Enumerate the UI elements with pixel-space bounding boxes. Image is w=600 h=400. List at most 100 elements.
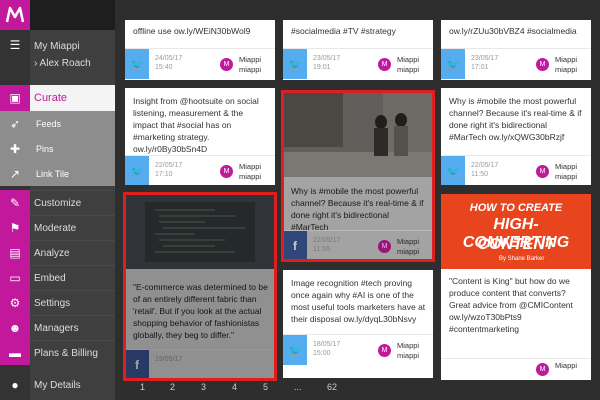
hamburger-menu-icon[interactable]: ☰ bbox=[0, 30, 30, 60]
post-date: 22/05/17 11:55 bbox=[313, 236, 340, 255]
time-text: 15:40 bbox=[155, 64, 173, 72]
sidebar-item-pins[interactable]: Pins bbox=[30, 136, 115, 161]
post-card-highlighted[interactable]: "E-commerce was determined to be of an e… bbox=[125, 194, 275, 379]
post-footer: 🐦 24/05/17 15:40 M Miappi miappi bbox=[125, 48, 275, 79]
post-image bbox=[125, 194, 275, 269]
twitter-icon: 🐦 bbox=[441, 49, 465, 79]
facebook-icon: f bbox=[283, 231, 307, 260]
sidebar-item-plans-billing[interactable]: Plans & Billing bbox=[30, 340, 115, 365]
page-3-link[interactable]: 3 bbox=[201, 382, 206, 392]
banner-line-1: HOW TO CREATE bbox=[469, 202, 563, 214]
post-date: 22/05/17 17:10 bbox=[155, 161, 182, 180]
chart-icon[interactable]: ▤ bbox=[0, 240, 30, 265]
sidebar-item-managers[interactable]: Managers bbox=[30, 315, 115, 340]
author-avatar: M bbox=[378, 240, 391, 253]
post-text: #socialmedia #TV #strategy bbox=[291, 26, 396, 36]
post-card[interactable]: #socialmedia #TV #strategy 🐦 23/05/17 19… bbox=[283, 20, 433, 80]
author-name: Miappi miappi bbox=[239, 55, 269, 75]
code-screenshot-image bbox=[145, 202, 255, 262]
post-footer: 🐦 23/05/17 19:01 M Miappi miappi bbox=[283, 48, 433, 79]
flag-icon[interactable]: ⚑ bbox=[0, 215, 30, 240]
post-footer: f 19/05/17 bbox=[125, 349, 275, 379]
sidebar-item-analyze[interactable]: Analyze bbox=[30, 240, 115, 265]
post-text: "Content is King" but how do we produce … bbox=[449, 276, 573, 334]
pin-icon[interactable]: ✚ bbox=[0, 136, 30, 161]
post-card[interactable]: ow.ly/rZUu30bVBZ4 #socialmedia 🐦 23/05/1… bbox=[441, 20, 591, 80]
twitter-icon: 🐦 bbox=[125, 49, 149, 79]
author-name: Miappi miappi bbox=[397, 55, 427, 75]
post-footer: 🐦 22/05/17 17:10 M Miappi miappi bbox=[125, 155, 275, 185]
pencil-icon[interactable]: ✎ bbox=[0, 190, 30, 215]
author-name: Miappi bbox=[555, 361, 585, 371]
time-text: 17:01 bbox=[471, 64, 489, 72]
post-text: Why is #mobile the most powerful channel… bbox=[449, 96, 582, 142]
user-icon[interactable]: ● bbox=[0, 370, 30, 400]
post-text: Insight from @hootsuite on social listen… bbox=[133, 96, 259, 154]
post-text: "E-commerce was determined to be of an e… bbox=[133, 282, 268, 340]
author-second: miappi bbox=[239, 64, 262, 74]
curate-box-icon[interactable]: ▣ bbox=[0, 85, 30, 111]
page-ellipsis: ... bbox=[294, 382, 302, 392]
post-card[interactable]: Image recognition #tech proving once aga… bbox=[283, 270, 433, 378]
post-card[interactable]: Why is #mobile the most powerful channel… bbox=[441, 88, 591, 185]
page-1-link[interactable]: 1 bbox=[140, 382, 145, 392]
author-first: Miappi bbox=[239, 55, 262, 64]
post-date: 24/05/17 15:40 bbox=[155, 54, 182, 73]
author-avatar: M bbox=[378, 344, 391, 357]
time-text: 15:00 bbox=[313, 350, 331, 358]
sidebar-item-moderate[interactable]: Moderate bbox=[30, 215, 115, 240]
post-date: 18/05/17 15:00 bbox=[313, 340, 340, 359]
twitter-icon: 🐦 bbox=[441, 156, 465, 185]
sidebar-item-curate[interactable]: Curate bbox=[30, 85, 115, 111]
author-avatar: M bbox=[536, 363, 549, 376]
account-name[interactable]: My Miappi bbox=[34, 41, 80, 52]
time-text: 19:01 bbox=[313, 64, 331, 72]
post-footer: f 22/05/17 11:55 M Miappi miappi bbox=[283, 230, 433, 260]
post-footer: 🐦 22/05/17 11:50 M Miappi miappi bbox=[441, 155, 591, 185]
post-text: ow.ly/rZUu30bVBZ4 #socialmedia bbox=[449, 26, 577, 36]
post-card-highlighted[interactable]: Why is #mobile the most powerful channel… bbox=[283, 92, 433, 260]
credit-card-icon[interactable]: ▬ bbox=[0, 340, 30, 365]
date-text: 22/05/17 bbox=[155, 162, 183, 169]
users-icon[interactable]: ☻ bbox=[0, 315, 30, 340]
author-first: Miappi bbox=[555, 162, 578, 171]
external-link-icon[interactable]: ↗ bbox=[0, 161, 30, 186]
monitor-icon[interactable]: ▭ bbox=[0, 265, 30, 290]
miappi-logo-icon bbox=[5, 6, 25, 23]
facebook-icon: f bbox=[125, 350, 149, 379]
sidebar-item-settings[interactable]: Settings bbox=[30, 290, 115, 315]
author-second: miappi bbox=[239, 171, 262, 181]
sidebar-item-my-details[interactable]: My Details bbox=[30, 370, 115, 400]
rocket-icon[interactable]: ➶ bbox=[0, 111, 30, 136]
post-card[interactable]: HOW TO CREATE HIGH-CONVERTING CONTENT By… bbox=[441, 194, 591, 380]
author-name: Miappi miappi bbox=[397, 237, 427, 257]
miappi-logo[interactable] bbox=[0, 0, 30, 30]
page-2-link[interactable]: 2 bbox=[170, 382, 175, 392]
author-avatar: M bbox=[220, 165, 233, 178]
street-photo-image bbox=[283, 92, 433, 177]
twitter-icon: 🐦 bbox=[283, 49, 307, 79]
author-avatar: M bbox=[378, 58, 391, 71]
post-card[interactable]: Insight from @hootsuite on social listen… bbox=[125, 88, 275, 185]
sidebar-item-customize[interactable]: Customize bbox=[30, 190, 115, 215]
author-second: miappi bbox=[555, 171, 578, 181]
date-text: 23/05/17 bbox=[313, 55, 341, 62]
gear-icon[interactable]: ⚙ bbox=[0, 290, 30, 315]
page-5-link[interactable]: 5 bbox=[263, 382, 268, 392]
author-name: Miappi miappi bbox=[555, 55, 585, 75]
author-second: miappi bbox=[397, 350, 420, 360]
author-name: Miappi miappi bbox=[239, 162, 269, 182]
twitter-icon: 🐦 bbox=[283, 335, 307, 365]
icon-rail: ☰ ▣ ➶ ✚ ↗ ✎ ⚑ ▤ ▭ ⚙ ☻ ▬ ● bbox=[0, 30, 30, 400]
post-card[interactable]: offline use ow.ly/WEiN30bWol9 🐦 24/05/17… bbox=[125, 20, 275, 80]
account-user[interactable]: › Alex Roach bbox=[34, 58, 91, 69]
sidebar-item-feeds[interactable]: Feeds bbox=[30, 111, 115, 136]
post-date: 22/05/17 11:50 bbox=[471, 161, 498, 180]
banner-line-3: CONTENT bbox=[477, 236, 555, 253]
sidebar-item-link-tile[interactable]: Link Tile bbox=[30, 161, 115, 186]
sidebar-item-embed[interactable]: Embed bbox=[30, 265, 115, 290]
author-first: Miappi bbox=[239, 162, 262, 171]
time-text: 11:50 bbox=[471, 171, 488, 179]
page-4-link[interactable]: 4 bbox=[232, 382, 237, 392]
page-last-link[interactable]: 62 bbox=[327, 382, 337, 392]
